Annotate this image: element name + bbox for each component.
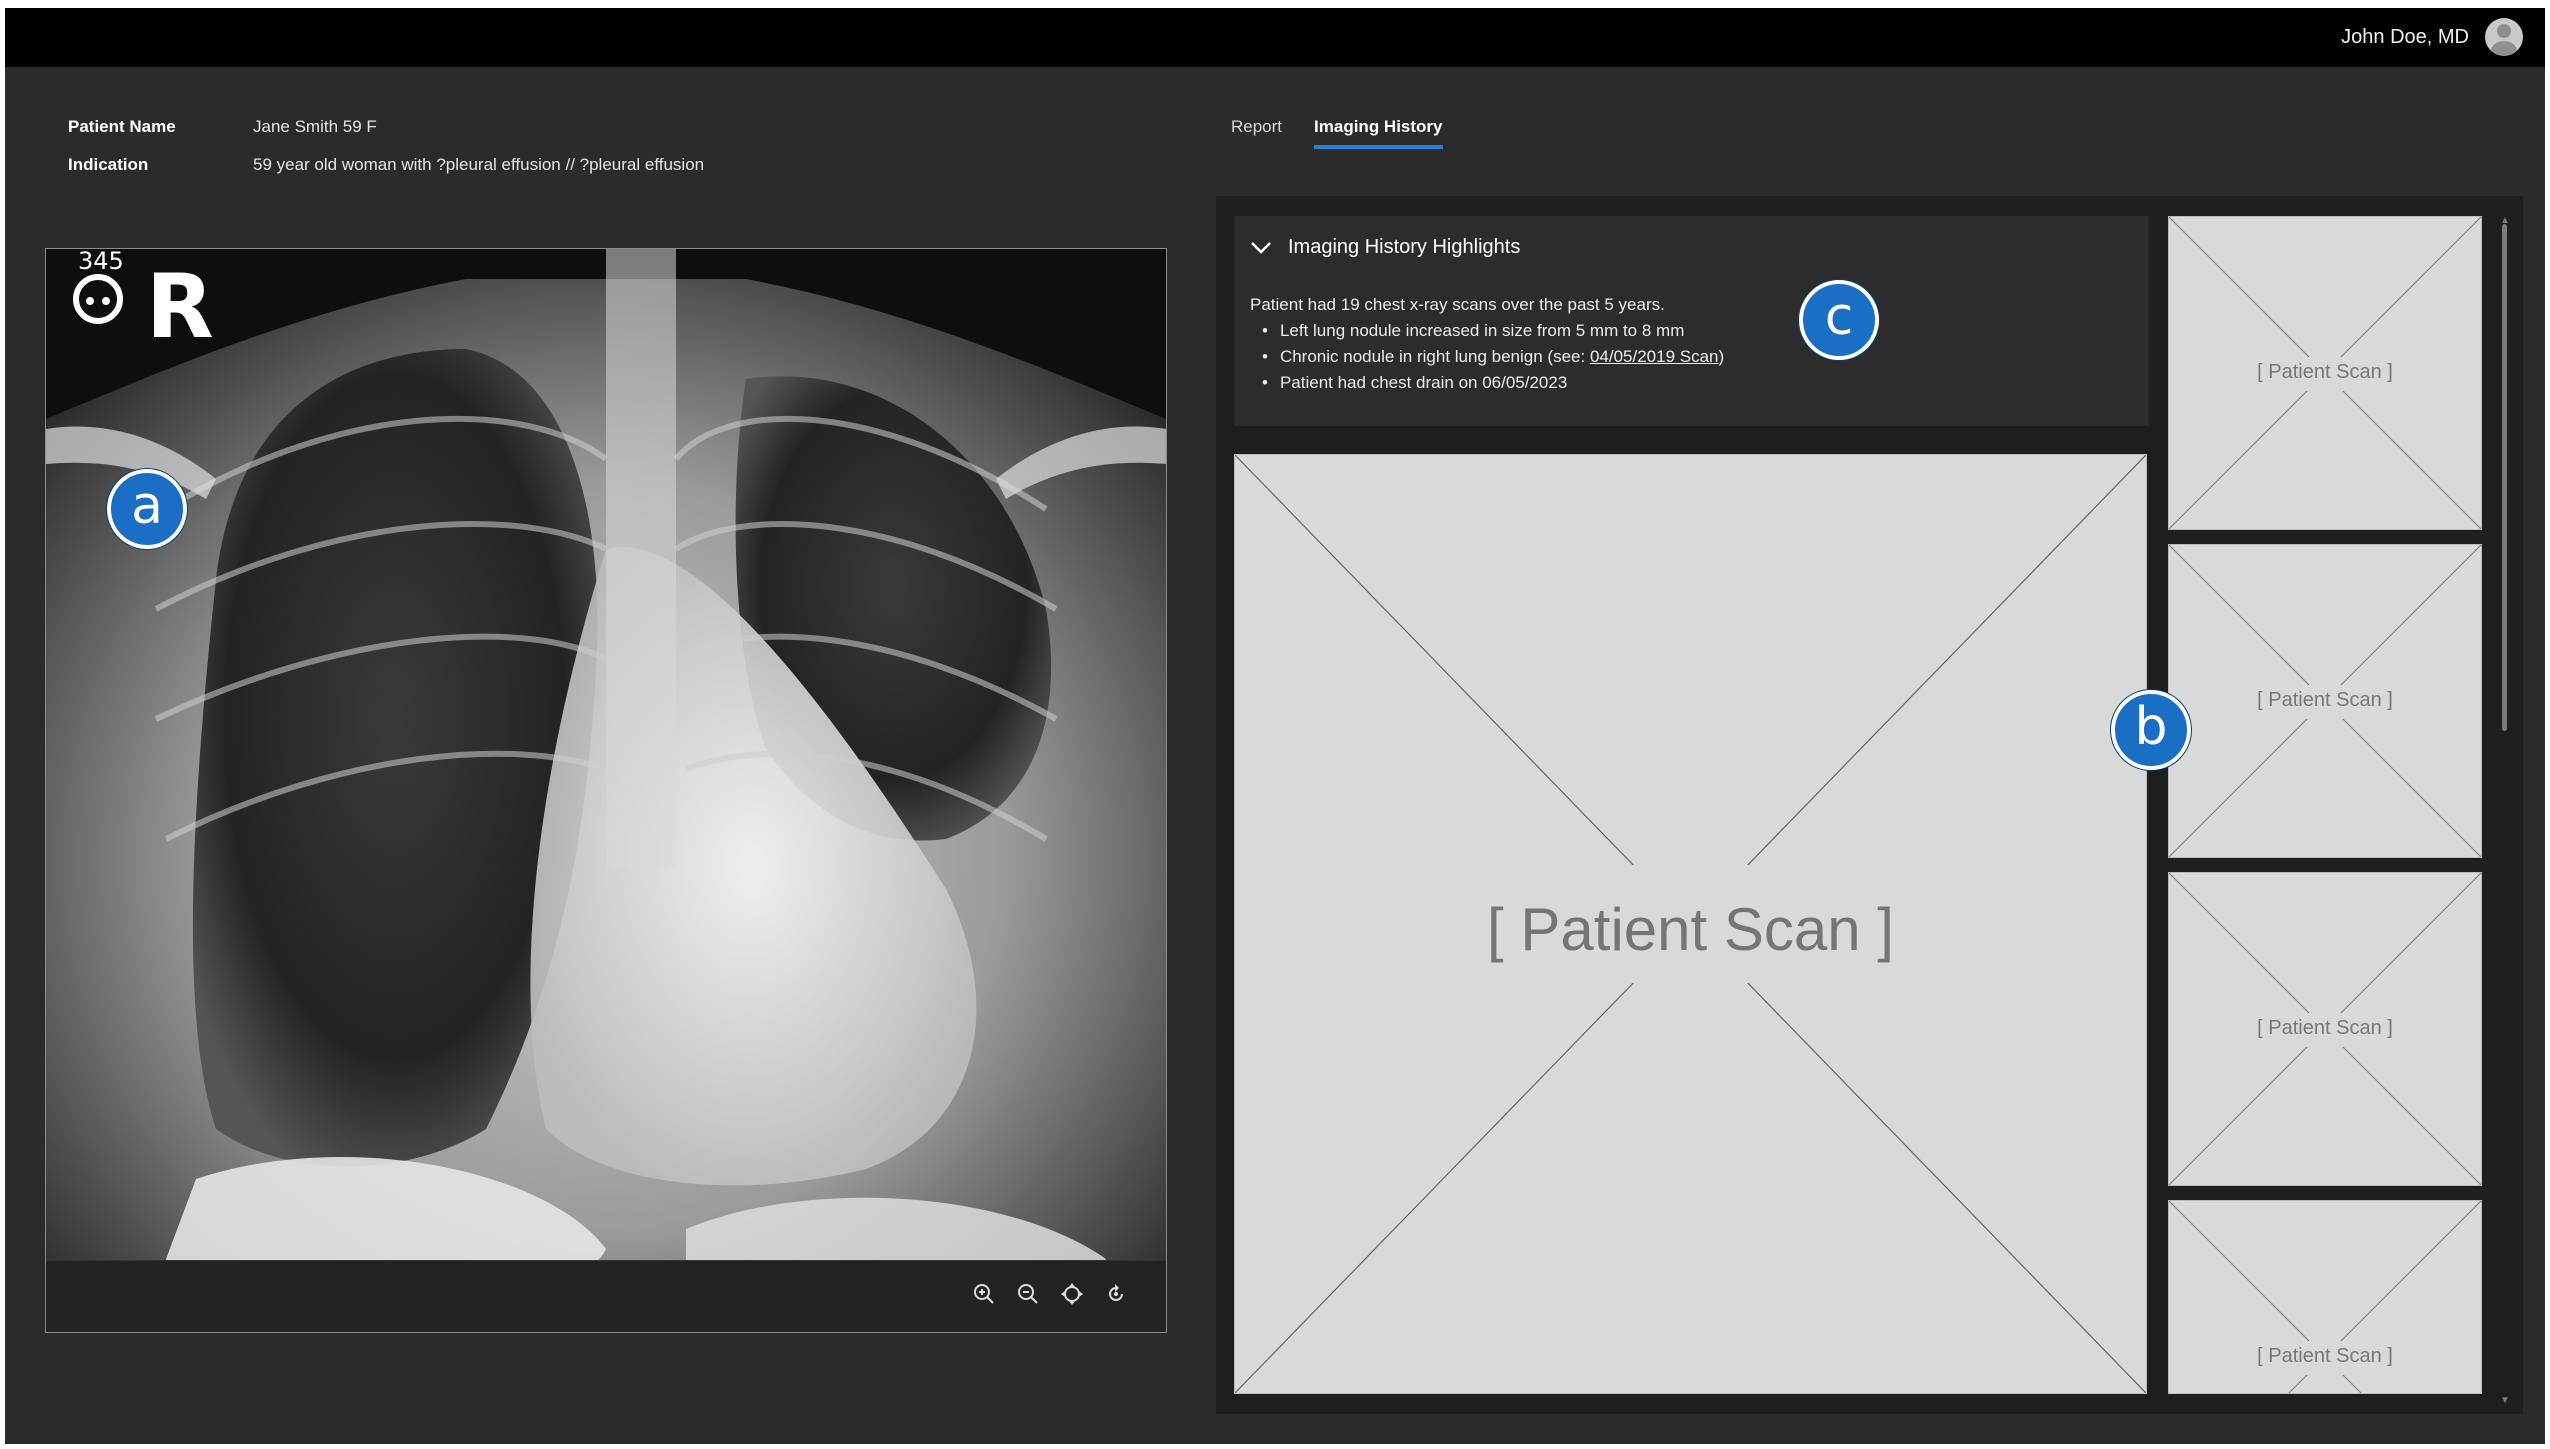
scan-thumbnail[interactable]: [ Patient Scan ] xyxy=(2168,872,2482,1186)
side-marker: R xyxy=(146,255,214,358)
zoom-out-icon[interactable] xyxy=(1013,1279,1043,1309)
list-item: Patient had chest drain on 06/05/2023 xyxy=(1262,370,1724,396)
thumbnail-label: [ Patient Scan ] xyxy=(2257,1017,2393,1039)
patient-name-row: Patient Name Jane Smith 59 F xyxy=(68,108,704,146)
highlights-header[interactable]: Imaging History Highlights xyxy=(1250,236,1520,259)
imaging-history-panel: Imaging History Highlights Patient had 1… xyxy=(1216,196,2523,1414)
scroll-down-icon[interactable]: ▼ xyxy=(2499,1396,2511,1406)
tab-report[interactable]: Report xyxy=(1231,108,1282,148)
patient-info: Patient Name Jane Smith 59 F Indication … xyxy=(68,108,704,184)
indication-label: Indication xyxy=(68,155,149,174)
thumbnail-label: [ Patient Scan ] xyxy=(2257,689,2393,711)
user-menu[interactable]: John Doe, MD xyxy=(2341,17,2523,57)
zoom-in-icon[interactable] xyxy=(969,1279,999,1309)
callout-badge-b: b xyxy=(2111,690,2191,770)
patient-name-label: Patient Name xyxy=(68,117,176,136)
indication-row: Indication 59 year old woman with ?pleur… xyxy=(68,146,704,184)
scan-thumbnail[interactable]: [ Patient Scan ] xyxy=(2168,216,2482,530)
thumbnail-label: [ Patient Scan ] xyxy=(2257,1345,2393,1367)
xray-image[interactable]: 345 R xyxy=(46,249,1166,1332)
chest-xray-graphic: 345 R xyxy=(46,249,1166,1332)
scrollbar[interactable]: ▲ ▼ xyxy=(2499,216,2511,1406)
list-item: Left lung nodule increased in size from … xyxy=(1262,318,1724,344)
tab-imaging-history[interactable]: Imaging History xyxy=(1314,108,1443,149)
top-bar: John Doe, MD xyxy=(5,8,2545,67)
scan-link[interactable]: 04/05/2019 Scan xyxy=(1590,347,1719,366)
patient-name-value: Jane Smith 59 F xyxy=(253,117,377,136)
main-scan-placeholder[interactable]: [ Patient Scan ] xyxy=(1234,454,2147,1394)
thumbnail-label: [ Patient Scan ] xyxy=(2257,361,2393,383)
user-name: John Doe, MD xyxy=(2341,25,2469,48)
tab-bar: Report Imaging History xyxy=(1231,108,1443,149)
indication-value: 59 year old woman with ?pleural effusion… xyxy=(253,155,705,174)
callout-badge-a: a xyxy=(107,469,187,549)
viewer-tools xyxy=(969,1279,1131,1309)
scroll-thumb[interactable] xyxy=(2502,224,2507,731)
highlights-summary: Patient had 19 chest x-ray scans over th… xyxy=(1250,295,1665,314)
list-item: Chronic nodule in right lung benign (see… xyxy=(1262,344,1724,370)
highlights-list: Left lung nodule increased in size from … xyxy=(1262,318,1724,396)
scan-thumbnail[interactable]: [ Patient Scan ] xyxy=(2168,544,2482,858)
rotate-icon[interactable] xyxy=(1101,1279,1131,1309)
chevron-down-icon[interactable] xyxy=(1250,241,1272,255)
main-scan-label: [ Patient Scan ] xyxy=(1487,896,1894,963)
imaging-highlights-card: Imaging History Highlights Patient had 1… xyxy=(1234,216,2149,426)
viewer-toolbar xyxy=(46,1260,1166,1332)
highlights-title: Imaging History Highlights xyxy=(1288,236,1521,258)
scan-thumbnail[interactable]: [ Patient Scan ] xyxy=(2168,1200,2482,1394)
callout-badge-c: c xyxy=(1799,280,1879,360)
film-number: 345 xyxy=(78,249,124,275)
avatar-icon[interactable] xyxy=(2485,18,2523,56)
xray-viewer[interactable]: 345 R xyxy=(45,248,1167,1333)
highlights-body: Patient had 19 chest x-ray scans over th… xyxy=(1250,292,1724,396)
pan-icon[interactable] xyxy=(1057,1279,1087,1309)
